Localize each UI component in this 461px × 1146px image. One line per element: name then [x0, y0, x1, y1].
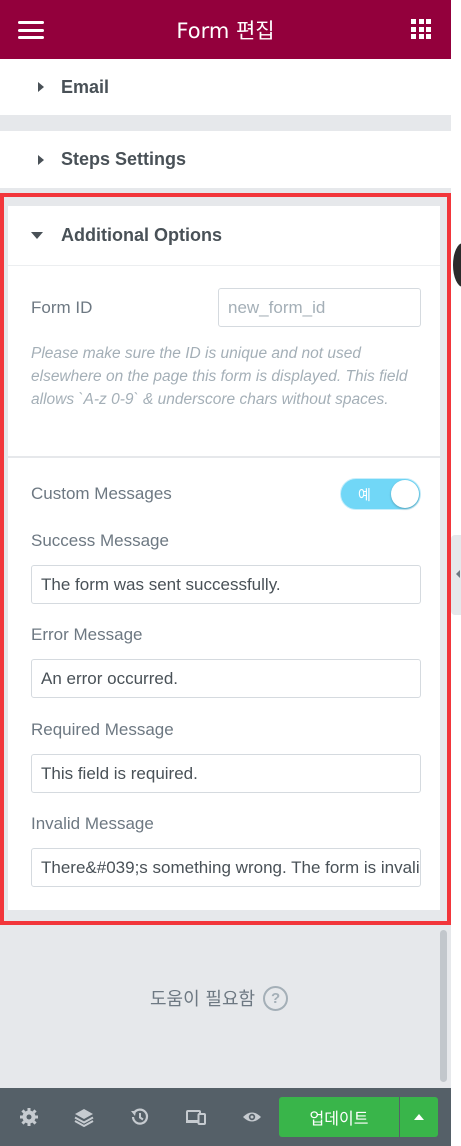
chevron-right-icon: [38, 154, 44, 165]
form-id-input[interactable]: new_form_id: [218, 288, 421, 327]
section-steps-settings[interactable]: Steps Settings: [0, 131, 451, 188]
section-email-label: Email: [61, 76, 110, 97]
update-button[interactable]: 업데이트: [279, 1097, 399, 1137]
divider: [8, 456, 440, 458]
chevron-right-icon: [38, 82, 44, 92]
settings-icon[interactable]: [19, 1107, 39, 1127]
required-message-label: Required Message: [31, 720, 174, 739]
question-icon: ?: [263, 985, 289, 1011]
responsive-icon[interactable]: [186, 1107, 206, 1127]
form-id-label: Form ID: [31, 298, 93, 317]
form-id-note: Please make sure the ID is unique and no…: [31, 345, 408, 408]
invalid-message-label: Invalid Message: [31, 814, 154, 833]
toggle-knob: [391, 480, 419, 508]
section-steps-label: Steps Settings: [61, 149, 187, 169]
collapse-panel-handle[interactable]: [451, 535, 461, 615]
panel-scrollbar[interactable]: [440, 346, 445, 456]
help-text: 도움이 필요함: [150, 989, 256, 1010]
required-message-input[interactable]: This field is required.: [31, 754, 421, 793]
panel-header: Form 편집: [0, 0, 451, 59]
chevron-up-icon: [414, 1114, 424, 1120]
preview-icon[interactable]: [242, 1107, 262, 1127]
panel-outer-scrollbar[interactable]: [440, 930, 447, 1082]
hamburger-icon[interactable]: [18, 21, 44, 39]
grid-icon[interactable]: [411, 19, 431, 39]
history-icon[interactable]: [130, 1107, 150, 1127]
custom-messages-label: Custom Messages: [31, 484, 172, 503]
update-options-button[interactable]: [400, 1097, 438, 1137]
chevron-down-icon: [31, 232, 43, 239]
error-message-input[interactable]: An error occurred.: [31, 659, 421, 698]
success-message-label: Success Message: [31, 531, 169, 550]
success-message-input[interactable]: The form was sent successfully.: [31, 565, 421, 604]
help-link[interactable]: 도움이 필요함 ?: [150, 985, 289, 1011]
section-additional-label: Additional Options: [61, 225, 222, 245]
toggle-text: 예: [358, 488, 371, 504]
error-message-label: Error Message: [31, 625, 143, 644]
layers-icon[interactable]: [74, 1107, 94, 1127]
invalid-message-input[interactable]: There&#039;s something wrong. The form i…: [31, 848, 421, 887]
section-additional-options: Additional Options Form ID new_form_id P…: [8, 206, 445, 910]
section-additional-header[interactable]: Additional Options: [8, 206, 440, 266]
section-email[interactable]: Email: [0, 59, 451, 115]
footer-toolbar: 업데이트: [0, 1088, 451, 1146]
panel-title: Form 편집: [176, 18, 275, 43]
custom-messages-toggle[interactable]: 예: [340, 478, 421, 510]
